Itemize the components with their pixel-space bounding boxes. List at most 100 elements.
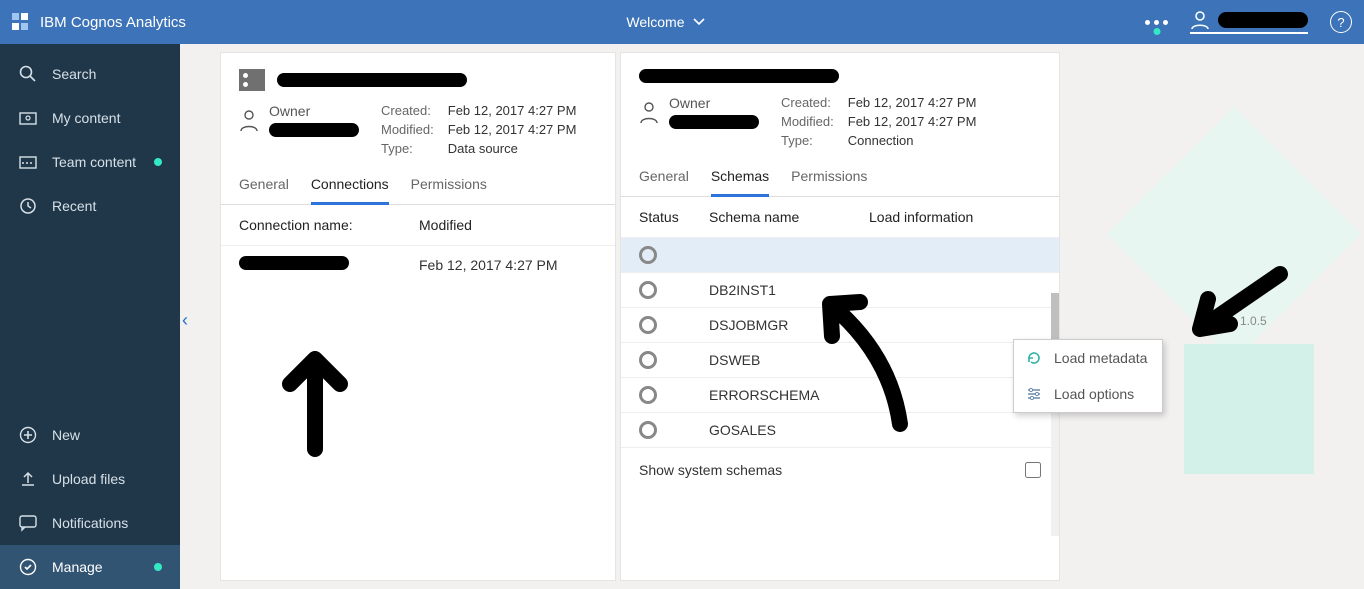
schema-context-menu: Load metadata Load options — [1013, 339, 1163, 413]
type-key: Type: — [781, 133, 834, 148]
connection-title-redacted — [639, 69, 839, 83]
modified-value: Feb 12, 2017 4:27 PM — [448, 122, 577, 137]
owner-label: Owner — [669, 95, 759, 111]
type-key: Type: — [381, 141, 434, 156]
schema-name: DSJOBMGR — [709, 317, 788, 333]
brand: IBM Cognos Analytics — [12, 13, 186, 31]
show-system-checkbox[interactable] — [1025, 462, 1041, 478]
col-status: Status — [639, 209, 709, 225]
menu-load-metadata[interactable]: Load metadata — [1014, 340, 1162, 376]
nav-label: My content — [52, 110, 120, 126]
owner-icon — [639, 101, 659, 125]
owner-name-redacted — [669, 115, 759, 129]
help-button[interactable]: ? — [1330, 11, 1352, 33]
type-value: Data source — [448, 141, 577, 156]
nav-upload[interactable]: Upload files — [0, 457, 180, 501]
schema-row[interactable]: ERRORSCHEMA — [621, 377, 1059, 412]
app-logo-icon — [12, 13, 30, 31]
page-label: Welcome — [626, 14, 684, 30]
connection-panel: Owner Created: Feb 12, 2017 4:27 PM Modi… — [620, 52, 1060, 581]
chat-icon — [18, 513, 38, 533]
modified-key: Modified: — [781, 114, 834, 129]
folder-team-icon — [18, 152, 38, 172]
schema-row[interactable]: DB2INST1 — [621, 272, 1059, 307]
background-decoration — [1064, 144, 1324, 484]
status-unloaded-icon — [639, 246, 657, 264]
show-system-label: Show system schemas — [639, 462, 782, 478]
nav-label: Upload files — [52, 471, 125, 487]
modified-key: Modified: — [381, 122, 434, 137]
status-unloaded-icon — [639, 421, 657, 439]
nav-new[interactable]: New — [0, 413, 180, 457]
nav-recent[interactable]: Recent — [0, 184, 180, 228]
nav-label: Recent — [52, 198, 96, 214]
schema-name: DB2INST1 — [709, 282, 776, 298]
page-switcher[interactable]: Welcome — [186, 14, 1145, 30]
connection-name-redacted — [239, 256, 349, 270]
status-unloaded-icon — [639, 351, 657, 369]
nav-manage[interactable]: Manage — [0, 545, 180, 589]
type-value: Connection — [848, 133, 977, 148]
indicator-dot — [154, 158, 162, 166]
col-connection-name: Connection name: — [239, 217, 419, 233]
folder-user-icon — [18, 108, 38, 128]
owner-label: Owner — [269, 103, 359, 119]
status-unloaded-icon — [639, 281, 657, 299]
status-unloaded-icon — [639, 316, 657, 334]
schema-row[interactable]: GOSALES — [621, 412, 1059, 447]
connection-modified: Feb 12, 2017 4:27 PM — [419, 257, 558, 273]
connection-row[interactable]: Feb 12, 2017 4:27 PM — [221, 245, 615, 283]
tab-permissions[interactable]: Permissions — [791, 160, 867, 196]
nav-label: Search — [52, 66, 96, 82]
nav-label: Manage — [52, 559, 103, 575]
tab-schemas[interactable]: Schemas — [711, 160, 769, 197]
indicator-dot — [154, 563, 162, 571]
col-schema-name: Schema name — [709, 209, 869, 225]
top-bar: IBM Cognos Analytics Welcome ? — [0, 0, 1364, 44]
tab-general[interactable]: General — [239, 168, 289, 204]
sliders-icon — [1026, 386, 1042, 402]
schema-name: ERRORSCHEMA — [709, 387, 819, 403]
nav-notifications[interactable]: Notifications — [0, 501, 180, 545]
tab-general[interactable]: General — [639, 160, 689, 196]
username-redacted — [1218, 12, 1308, 28]
chevron-down-icon — [693, 18, 705, 26]
upload-icon — [18, 469, 38, 489]
schema-row[interactable]: DSJOBMGR — [621, 307, 1059, 342]
user-menu[interactable] — [1190, 10, 1308, 34]
menu-label: Load metadata — [1054, 350, 1147, 366]
tab-connections[interactable]: Connections — [311, 168, 389, 205]
datasource-panel: Owner Created: Feb 12, 2017 4:27 PM Modi… — [220, 52, 616, 581]
nav-team-content[interactable]: Team content — [0, 140, 180, 184]
schema-row[interactable] — [621, 237, 1059, 272]
menu-label: Load options — [1054, 386, 1134, 402]
col-load-info: Load information — [869, 209, 973, 225]
manage-icon — [18, 557, 38, 577]
collapse-sidebar-button[interactable]: ‹ — [182, 310, 188, 331]
clock-icon — [18, 196, 38, 216]
created-key: Created: — [381, 103, 434, 118]
created-value: Feb 12, 2017 4:27 PM — [448, 103, 577, 118]
schema-name: DSWEB — [709, 352, 760, 368]
schema-row[interactable]: DSWEB — [621, 342, 1059, 377]
version-label: 1.0.5 — [1240, 314, 1267, 328]
nav-label: Team content — [52, 154, 136, 170]
main-area: Owner Created: Feb 12, 2017 4:27 PM Modi… — [180, 44, 1364, 589]
menu-load-options[interactable]: Load options — [1014, 376, 1162, 412]
plus-circle-icon — [18, 425, 38, 445]
nav-search[interactable]: Search — [0, 52, 180, 96]
col-modified: Modified — [419, 217, 472, 233]
nav-label: Notifications — [52, 515, 128, 531]
owner-icon — [239, 109, 259, 133]
owner-name-redacted — [269, 123, 359, 137]
more-menu-button[interactable] — [1145, 20, 1168, 25]
tab-permissions[interactable]: Permissions — [411, 168, 487, 204]
nav-label: New — [52, 427, 80, 443]
schema-list: DB2INST1 DSJOBMGR DSWEB ERRORSCHEMA GOSA… — [621, 237, 1059, 447]
datasource-icon — [239, 69, 265, 91]
app-name: IBM Cognos Analytics — [40, 14, 186, 31]
modified-value: Feb 12, 2017 4:27 PM — [848, 114, 977, 129]
nav-my-content[interactable]: My content — [0, 96, 180, 140]
user-icon — [1190, 10, 1210, 30]
created-value: Feb 12, 2017 4:27 PM — [848, 95, 977, 110]
